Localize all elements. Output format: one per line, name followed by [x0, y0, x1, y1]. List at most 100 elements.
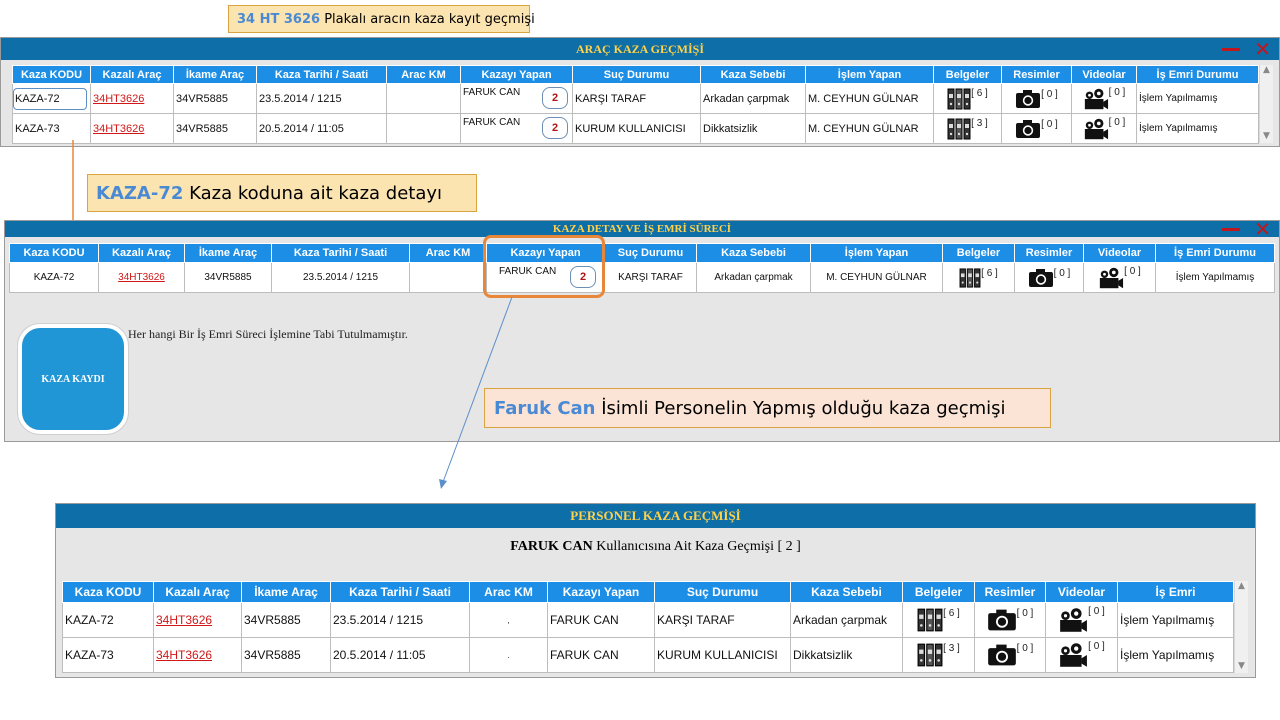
- scroll-down-arrow[interactable]: ▼: [1260, 131, 1273, 141]
- videos-icon[interactable]: [1098, 266, 1124, 290]
- photos-icon[interactable]: [1015, 89, 1041, 109]
- vehicle-plate-link[interactable]: 34HT3626: [156, 613, 212, 627]
- kaza-code[interactable]: KAZA-72: [13, 87, 87, 110]
- vehicle-cell[interactable]: 34HT3626: [153, 602, 242, 638]
- vehicle-cell[interactable]: 34HT3626: [98, 262, 185, 293]
- column-header[interactable]: Suç Durumu: [654, 581, 791, 603]
- documents-icon[interactable]: [947, 88, 971, 110]
- column-header[interactable]: İkame Araç: [173, 65, 257, 84]
- column-header[interactable]: Resimler: [1014, 243, 1084, 263]
- documents-icon[interactable]: [959, 268, 981, 288]
- table-row[interactable]: KAZA-72 34HT3626 34VR5885 23.5.2014 / 1215 F…: [9, 262, 1275, 293]
- vehicle-plate-link[interactable]: 34HT3626: [156, 648, 212, 662]
- column-header[interactable]: Videolar: [1083, 243, 1156, 263]
- documents-icon[interactable]: [947, 118, 971, 140]
- photos-icon[interactable]: [1015, 119, 1041, 139]
- videos-cell[interactable]: [ 0 ]: [1045, 637, 1118, 673]
- vehicle-cell[interactable]: 34HT3626: [153, 637, 242, 673]
- column-header[interactable]: Kazayı Yapan: [460, 65, 573, 84]
- documents-icon[interactable]: [917, 608, 943, 632]
- videos-icon[interactable]: [1083, 87, 1109, 111]
- documents-cell[interactable]: [ 6 ]: [933, 83, 1002, 114]
- column-header[interactable]: Kaza Sebebi: [790, 581, 903, 603]
- driver-accident-count-badge[interactable]: 2: [542, 117, 568, 139]
- vehicle-history-scrollbar[interactable]: ▲ ▼: [1259, 65, 1273, 143]
- close-icon[interactable]: ✕: [1254, 219, 1271, 239]
- column-header[interactable]: Kazalı Araç: [98, 243, 185, 263]
- column-header[interactable]: Suç Durumu: [604, 243, 697, 263]
- column-header[interactable]: İşlem Yapan: [805, 65, 934, 84]
- minimize-icon[interactable]: [1222, 47, 1241, 51]
- table-row[interactable]: KAZA-73 34HT3626 34VR5885 20.5.2014 / 11:05…: [12, 113, 1259, 144]
- column-header[interactable]: Belgeler: [942, 243, 1015, 263]
- videos-icon[interactable]: [1058, 641, 1088, 669]
- driver-cell[interactable]: FARUK CAN 2: [460, 83, 573, 114]
- videos-cell[interactable]: [ 0 ]: [1071, 113, 1137, 144]
- column-header[interactable]: İkame Araç: [184, 243, 272, 263]
- column-header[interactable]: Kaza KODU: [62, 581, 154, 603]
- scroll-down-arrow[interactable]: ▼: [1235, 661, 1248, 671]
- photos-cell[interactable]: [ 0 ]: [1001, 113, 1072, 144]
- kaza-code-cell[interactable]: KAZA-73: [62, 637, 154, 673]
- column-header[interactable]: Kaza Tarihi / Saati: [271, 243, 410, 263]
- column-header[interactable]: Arac KM: [386, 65, 461, 84]
- column-header[interactable]: Resimler: [1001, 65, 1072, 84]
- column-header[interactable]: Kaza KODU: [12, 65, 91, 84]
- kaza-code[interactable]: KAZA-73: [15, 123, 60, 135]
- photos-icon[interactable]: [987, 608, 1017, 632]
- column-header[interactable]: Belgeler: [933, 65, 1002, 84]
- documents-cell[interactable]: [ 6 ]: [902, 602, 975, 638]
- vehicle-cell[interactable]: 34HT3626: [90, 83, 174, 114]
- scroll-up-arrow[interactable]: ▲: [1235, 581, 1248, 591]
- documents-icon[interactable]: [917, 643, 943, 667]
- column-header[interactable]: İş Emri Durumu: [1136, 65, 1259, 84]
- documents-cell[interactable]: [ 3 ]: [933, 113, 1002, 144]
- vehicle-plate-link[interactable]: 34HT3626: [118, 272, 165, 283]
- column-header[interactable]: Kaza Tarihi / Saati: [330, 581, 470, 603]
- column-header[interactable]: İkame Araç: [241, 581, 331, 603]
- column-header[interactable]: Kaza Tarihi / Saati: [256, 65, 387, 84]
- photos-cell[interactable]: [ 0 ]: [1001, 83, 1072, 114]
- photos-cell[interactable]: [ 0 ]: [974, 637, 1046, 673]
- column-header[interactable]: Kazalı Araç: [153, 581, 242, 603]
- table-row[interactable]: KAZA-72 34HT3626 34VR5885 23.5.2014 / 1215,…: [62, 602, 1234, 638]
- documents-cell[interactable]: [ 3 ]: [902, 637, 975, 673]
- column-header[interactable]: Suç Durumu: [572, 65, 701, 84]
- column-header[interactable]: Kazalı Araç: [90, 65, 174, 84]
- photos-icon[interactable]: [1028, 268, 1054, 288]
- videos-cell[interactable]: [ 0 ]: [1045, 602, 1118, 638]
- personnel-history-scrollbar[interactable]: ▲ ▼: [1234, 581, 1248, 673]
- videos-cell[interactable]: [ 0 ]: [1071, 83, 1137, 114]
- minimize-icon[interactable]: [1222, 227, 1241, 231]
- column-header[interactable]: Arac KM: [469, 581, 548, 603]
- column-header[interactable]: Belgeler: [902, 581, 975, 603]
- kaza-code-cell[interactable]: KAZA-72: [62, 602, 154, 638]
- column-header[interactable]: Kaza Sebebi: [696, 243, 811, 263]
- column-header[interactable]: Arac KM: [409, 243, 487, 263]
- column-header[interactable]: İş Emri Durumu: [1155, 243, 1275, 263]
- driver-accident-count-badge[interactable]: 2: [542, 87, 568, 109]
- column-header[interactable]: Resimler: [974, 581, 1046, 603]
- kaza-code-cell[interactable]: KAZA-72: [12, 83, 91, 114]
- scroll-up-arrow[interactable]: ▲: [1260, 65, 1273, 75]
- videos-icon[interactable]: [1058, 606, 1088, 634]
- table-row[interactable]: KAZA-72 34HT3626 34VR5885 23.5.2014 / 1215 F…: [12, 83, 1259, 114]
- column-header[interactable]: Videolar: [1045, 581, 1118, 603]
- kaza-code-cell[interactable]: KAZA-73: [12, 113, 91, 144]
- column-header[interactable]: Kaza Sebebi: [700, 65, 806, 84]
- column-header[interactable]: İş Emri: [1117, 581, 1234, 603]
- column-header[interactable]: İşlem Yapan: [810, 243, 943, 263]
- videos-icon[interactable]: [1083, 117, 1109, 141]
- photos-cell[interactable]: [ 0 ]: [974, 602, 1046, 638]
- vehicle-plate-link[interactable]: 34HT3626: [93, 123, 144, 135]
- close-icon[interactable]: ✕: [1254, 39, 1271, 59]
- vehicle-plate-link[interactable]: 34HT3626: [93, 93, 144, 105]
- column-header[interactable]: Kazayı Yapan: [547, 581, 655, 603]
- photos-icon[interactable]: [987, 643, 1017, 667]
- documents-cell[interactable]: [ 6 ]: [942, 262, 1015, 293]
- vehicle-cell[interactable]: 34HT3626: [90, 113, 174, 144]
- photos-cell[interactable]: [ 0 ]: [1014, 262, 1084, 293]
- kaza-kaydi-button[interactable]: KAZA KAYDI: [18, 324, 128, 434]
- driver-cell[interactable]: FARUK CAN 2: [460, 113, 573, 144]
- column-header[interactable]: Videolar: [1071, 65, 1137, 84]
